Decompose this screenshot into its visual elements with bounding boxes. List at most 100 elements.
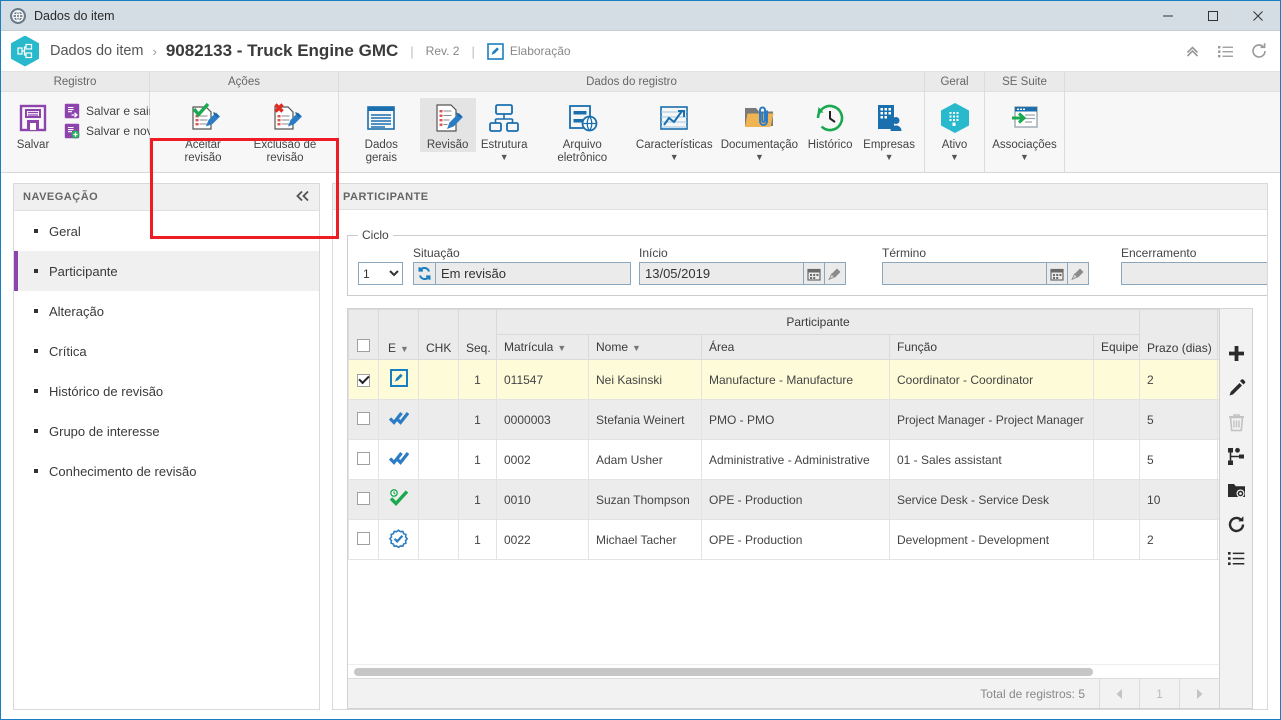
delete-revision-button[interactable]: Exclusão de revisão [244, 98, 326, 165]
chevron-down-icon[interactable]: ▼ [885, 153, 894, 162]
row-nome-cell: Adam Usher [588, 439, 702, 480]
header-equipe[interactable]: Equipe [1092, 334, 1141, 360]
row-checkbox[interactable] [357, 451, 370, 465]
structure-icon [488, 100, 520, 136]
row-status-cell [378, 479, 419, 520]
edit-pencil-icon[interactable] [1220, 371, 1252, 405]
row-checkbox-cell[interactable] [348, 359, 379, 400]
list-icon[interactable] [1220, 541, 1252, 575]
minimize-button[interactable] [1145, 1, 1190, 31]
refresh-icon[interactable] [1220, 507, 1252, 541]
clear-brush-icon[interactable] [825, 262, 846, 285]
table-row[interactable]: 1 0010 Suzan Thompson OPE - Production S… [348, 479, 1219, 520]
ribbon-button-associacoes[interactable]: Associações ▼ [989, 98, 1060, 162]
table-row[interactable]: 1 0022 Michael Tacher OPE - Production D… [348, 519, 1219, 560]
horizontal-scrollbar-thumb[interactable] [354, 668, 1093, 676]
sidebar-item-critica[interactable]: Crítica [14, 331, 319, 371]
ribbon-button-ativo[interactable]: Ativo ▼ [927, 98, 983, 162]
row-checkbox-cell[interactable] [348, 399, 379, 440]
situacao-input[interactable]: Em revisão [435, 262, 631, 285]
sidebar-item-conhecimento-de-revisao[interactable]: Conhecimento de revisão [14, 451, 319, 491]
clear-brush-icon[interactable] [1068, 262, 1089, 285]
row-checkbox[interactable] [357, 373, 370, 387]
sort-icon[interactable]: ▼ [632, 343, 641, 353]
chevron-down-icon[interactable]: ▼ [1020, 153, 1029, 162]
sidebar-item-grupo-de-interesse[interactable]: Grupo de interesse [14, 411, 319, 451]
sidebar-item-historico-de-revisao[interactable]: Histórico de revisão [14, 371, 319, 411]
header-select-all[interactable] [348, 309, 379, 360]
accept-revision-button[interactable]: Aceitar revisão [162, 98, 244, 165]
folder-search-icon[interactable] [1220, 473, 1252, 507]
table-row[interactable]: 1 0000003 Stefania Weinert PMO - PMO Pro… [348, 399, 1219, 440]
sidebar-item-alteracao[interactable]: Alteração [14, 291, 319, 331]
ribbon-button-caracteristicas[interactable]: Características ▼ [632, 98, 717, 162]
row-checkbox[interactable] [357, 411, 370, 425]
row-area-cell: OPE - Production [701, 519, 890, 560]
ribbon-button-empresas[interactable]: Empresas ▼ [858, 98, 920, 162]
ribbon-group-dados-do-registro: Dados do registro Dados gerais Revisão E… [339, 72, 925, 172]
header-seq[interactable]: Seq. [458, 309, 497, 360]
sort-icon[interactable]: ▼ [557, 343, 566, 353]
horizontal-scrollbar[interactable] [348, 664, 1219, 678]
ribbon-button-historico[interactable]: Histórico [802, 98, 858, 152]
bullet-icon [34, 309, 38, 313]
ribbon-button-arquivo-eletronico[interactable]: Arquivo eletrônico [533, 98, 632, 165]
ribbon-button-documentacao[interactable]: Documentação ▼ [717, 98, 802, 162]
header-area[interactable]: Área [701, 334, 890, 360]
hierarchy-icon[interactable] [1220, 439, 1252, 473]
sort-icon[interactable]: ▼ [400, 344, 409, 354]
ciclo-field-row: 1 Situação Em revisão Início 13/05/2019 … [358, 246, 1267, 285]
general-data-icon [365, 100, 397, 136]
termino-input[interactable] [882, 262, 1047, 285]
row-checkbox[interactable] [357, 491, 370, 505]
chevron-double-left-icon[interactable] [295, 190, 310, 204]
header-nome[interactable]: Nome ▼ [588, 334, 702, 360]
select-all-checkbox[interactable] [357, 339, 370, 352]
ribbon-button-dados-gerais[interactable]: Dados gerais [343, 98, 420, 165]
sidebar-item-participante[interactable]: Participante [14, 251, 319, 291]
header-chk[interactable]: CHK [418, 309, 459, 360]
chevron-down-icon[interactable]: ▼ [950, 153, 959, 162]
sidebar-item-label: Alteração [49, 303, 104, 319]
chevron-down-icon[interactable]: ▼ [755, 153, 764, 162]
associations-icon [1009, 100, 1041, 136]
header-prazo-dias[interactable]: Prazo (dias) [1139, 309, 1219, 360]
row-checkbox[interactable] [357, 531, 370, 545]
encerramento-input[interactable] [1121, 262, 1267, 285]
maximize-button[interactable] [1190, 1, 1235, 31]
row-checkbox-cell[interactable] [348, 479, 379, 520]
add-icon[interactable] [1220, 337, 1252, 371]
inicio-input[interactable]: 13/05/2019 [639, 262, 804, 285]
calendar-icon[interactable] [804, 262, 825, 285]
previous-page-button[interactable] [1099, 679, 1139, 708]
collapse-ribbon-icon[interactable] [1184, 43, 1201, 60]
list-view-icon[interactable] [1217, 43, 1234, 60]
page-number[interactable]: 1 [1139, 679, 1179, 708]
sidebar-item-geral[interactable]: Geral [14, 211, 319, 251]
chevron-down-icon[interactable]: ▼ [670, 153, 679, 162]
header-funcao[interactable]: Função [889, 334, 1094, 360]
table-row[interactable]: 1 0002 Adam Usher Administrative - Admin… [348, 439, 1219, 480]
ribbon-button-revisao[interactable]: Revisão [419, 98, 476, 152]
breadcrumb-root[interactable]: Dados do item [50, 43, 144, 59]
row-seq-cell: 1 [458, 519, 497, 560]
row-seq-cell: 1 [458, 439, 497, 480]
row-checkbox-cell[interactable] [348, 519, 379, 560]
chevron-down-icon[interactable]: ▼ [500, 153, 509, 162]
table-row[interactable]: 1 011547 Nei Kasinski Manufacture - Manu… [348, 359, 1219, 400]
refresh-icon[interactable] [1250, 42, 1268, 60]
next-page-button[interactable] [1179, 679, 1219, 708]
situacao-refresh-icon[interactable] [413, 262, 435, 285]
row-checkbox-cell[interactable] [348, 439, 379, 480]
ribbon-button-estrutura[interactable]: Estrutura ▼ [476, 98, 533, 162]
save-button[interactable]: Salvar [5, 98, 61, 152]
close-button[interactable] [1235, 1, 1280, 31]
header-e[interactable]: E ▼ [378, 309, 419, 360]
row-chk-cell [418, 479, 459, 520]
header-matricula[interactable]: Matrícula ▼ [496, 334, 589, 360]
row-prazo-cell [1217, 399, 1219, 440]
header-e-label: E [388, 341, 397, 355]
header-prazo[interactable]: Prazo [1217, 309, 1219, 360]
calendar-icon[interactable] [1047, 262, 1068, 285]
cycle-select[interactable]: 1 [358, 262, 403, 285]
